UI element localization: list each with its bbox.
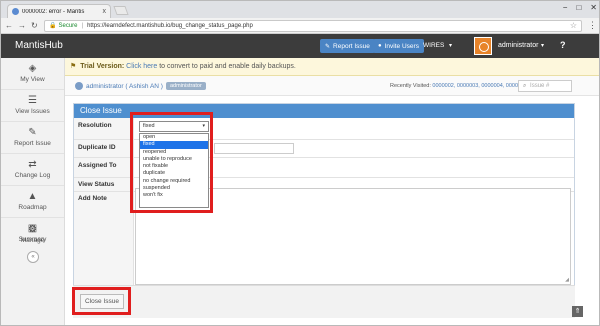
new-tab-button[interactable] [113, 6, 129, 15]
road-icon: ▲ [27, 191, 38, 202]
bookmark-star-icon[interactable]: ☆ [570, 21, 577, 30]
sidebar: ◈ My View ☰ View Issues ✎ Report Issue ⇄… [1, 58, 65, 325]
url-separator: | [81, 22, 84, 29]
recently-visited: Recently Visited: 0000002, 0000003, 0000… [390, 83, 527, 89]
dashboard-icon: ◈ [28, 63, 37, 74]
duplicate-id-label: Duplicate ID [78, 144, 116, 151]
retweet-icon: ⇄ [28, 159, 37, 170]
brand-logo[interactable]: MantisHub [15, 40, 63, 51]
tab-title: 0000002: error - Mantis [22, 8, 85, 15]
issue-search-input[interactable]: ⌕ Issue # [518, 80, 572, 92]
issue-search-placeholder: Issue # [530, 83, 550, 89]
current-user-link[interactable]: administrator ( Ashish AN ) [86, 83, 163, 90]
list-icon: ☰ [28, 95, 37, 106]
recent-issue-links[interactable]: 0000002, 0000003, 0000004, 0000001 [432, 83, 527, 89]
highlight-box-close-button [72, 287, 131, 315]
sidebar-collapse-icon[interactable]: « [27, 251, 39, 263]
user-icon [75, 82, 83, 90]
sidebar-item-label: View Issues [15, 108, 50, 115]
avatar[interactable] [474, 37, 492, 55]
window-controls: − □ ✕ [563, 3, 597, 12]
reload-icon[interactable]: ↻ [31, 21, 38, 30]
scroll-to-top-button[interactable]: ⇑ [572, 306, 583, 317]
app-navbar: MantisHub ✎ Report Issue ● Invite Users … [1, 34, 599, 58]
url-text: https://learndefect.mantishub.io/bug_cha… [87, 22, 253, 29]
sidebar-item-view-issues[interactable]: ☰ View Issues [1, 90, 64, 122]
breadcrumb: administrator ( Ashish AN ) administrato… [65, 76, 599, 96]
view-status-label: View Status [78, 181, 115, 188]
url-field[interactable]: 🔒 Secure | https://learndefect.mantishub… [44, 19, 582, 32]
edit-icon: ✎ [325, 43, 331, 50]
recently-visited-label: Recently Visited: [390, 83, 431, 89]
close-window-icon[interactable]: ✕ [590, 3, 597, 12]
sidebar-item-change-log[interactable]: ⇄ Change Log [1, 154, 64, 186]
edit-icon: ✎ [28, 127, 37, 138]
sidebar-item-label: Report Issue [14, 140, 51, 147]
sidebar-item-report-issue[interactable]: ✎ Report Issue [1, 122, 64, 154]
resolution-label: Resolution [78, 122, 112, 129]
role-badge: administrator [166, 82, 206, 90]
lock-icon: 🔒 [49, 23, 57, 29]
trial-banner: ⚑ Trial Version: Click here to convert t… [65, 58, 599, 76]
chevron-down-icon[interactable]: ▾ [541, 42, 544, 49]
chevron-down-icon[interactable]: ▾ [449, 42, 452, 49]
trial-link[interactable]: Click here [126, 63, 157, 70]
secure-label: Secure [58, 22, 78, 29]
trial-title: Trial Version: [80, 63, 125, 70]
browser-tab[interactable]: 0000002: error - Mantis x [7, 4, 111, 18]
report-issue-button[interactable]: ✎ Report Issue [320, 39, 375, 53]
gears-icon: ⚙ [28, 224, 37, 235]
duplicate-id-field[interactable] [214, 143, 294, 154]
browser-menu-icon[interactable]: ⋮ [588, 20, 597, 31]
users-icon: ● [378, 43, 382, 49]
sidebar-item-roadmap[interactable]: ▲ Roadmap [1, 186, 64, 218]
project-selector[interactable]: WIRES [423, 42, 444, 49]
report-issue-label: Report Issue [333, 42, 370, 50]
maximize-icon[interactable]: □ [576, 3, 581, 12]
tab-close-icon[interactable]: x [103, 8, 107, 15]
help-icon[interactable]: ? [560, 40, 566, 50]
browser-tab-strip: 0000002: error - Mantis x − □ ✕ [1, 1, 599, 18]
sidebar-item-my-view[interactable]: ◈ My View [1, 58, 64, 90]
screenshot-frame: 0000002: error - Mantis x − □ ✕ ← → ↻ 🔒 … [0, 0, 600, 326]
widget-footer [73, 285, 575, 318]
sidebar-item-label: Manage [20, 237, 45, 244]
label-column [74, 192, 134, 286]
search-icon: ⌕ [523, 83, 527, 89]
sidebar-item-label: My View [20, 76, 45, 83]
minimize-icon[interactable]: − [563, 3, 568, 12]
assigned-to-label: Assigned To [78, 162, 117, 169]
sidebar-item-manage-visible[interactable]: ⚙ Manage [1, 219, 64, 251]
trial-message: to convert to paid and enable daily back… [157, 63, 296, 70]
highlight-box-resolution [130, 112, 213, 213]
invite-users-label: Invite Users [384, 42, 419, 50]
resize-grip-icon[interactable]: ◢ [565, 277, 569, 283]
user-menu[interactable]: administrator [498, 42, 538, 49]
flag-icon: ⚑ [70, 63, 77, 70]
forward-arrow-icon[interactable]: → [18, 21, 26, 30]
sidebar-item-label: Roadmap [18, 204, 47, 211]
back-arrow-icon[interactable]: ← [5, 21, 13, 30]
address-bar: ← → ↻ 🔒 Secure | https://learndefect.man… [1, 18, 599, 34]
mantis-favicon-icon [12, 8, 19, 15]
add-note-label: Add Note [78, 195, 107, 202]
sidebar-item-label: Change Log [14, 172, 51, 179]
invite-users-button[interactable]: ● Invite Users [373, 39, 424, 53]
